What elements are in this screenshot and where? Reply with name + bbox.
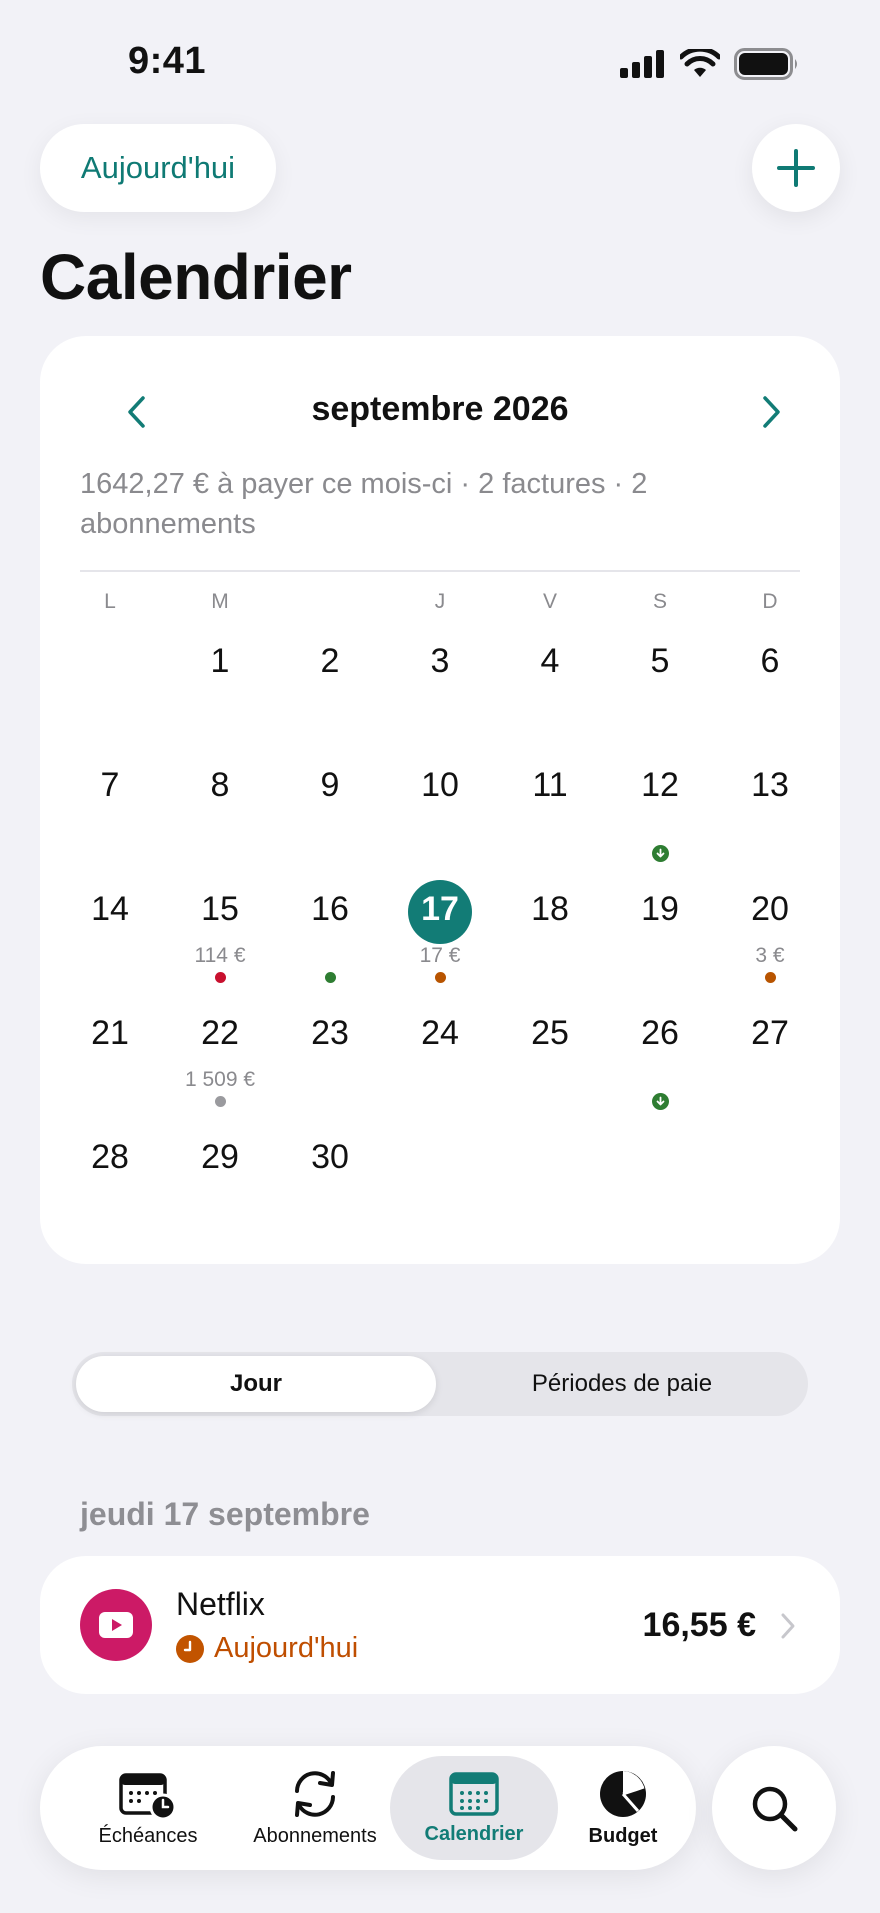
calendar-day-29[interactable]: 29 [170,1138,270,1177]
weekday-label: J [434,590,446,613]
day-amount: 114 € [194,944,246,967]
calendar-grid-icon [449,1771,499,1816]
divider [80,570,800,572]
clock-icon [176,1634,204,1663]
chevron-right-icon [774,1608,802,1644]
wifi-icon [680,49,720,77]
segment-day[interactable]: Jour [76,1356,436,1412]
battery-icon [734,48,797,80]
calendar-day-3[interactable]: 3 [390,642,490,681]
calendar-day-10[interactable]: 10 [390,766,490,805]
calendar-day-21[interactable]: 21 [60,1014,160,1053]
event-amount: 16,55 € [642,1606,756,1644]
calendar-day-20[interactable]: 20 [720,890,820,929]
day-amount: 3 € [755,944,785,967]
calendar-day-14[interactable]: 14 [60,890,160,929]
calendar-day-9[interactable]: 9 [280,766,380,805]
section-date-heading: jeudi 17 septembre [80,1496,370,1532]
today-button[interactable]: Aujourd'hui [40,124,276,212]
signal-icon [620,50,664,78]
calendar-day-5[interactable]: 5 [610,642,710,681]
weekday-label: V [542,590,557,613]
play-icon [99,1612,133,1638]
calendar-day-28[interactable]: 28 [60,1138,160,1177]
chevron-right-icon [763,396,780,428]
income-arrow-icon [652,1093,669,1110]
calendar-day-13[interactable]: 13 [720,766,820,805]
tab-calendrier[interactable]: Calendrier [390,1746,558,1870]
calendar-day-12[interactable]: 12 [610,766,710,805]
add-button[interactable] [752,124,840,212]
payment-dot [215,1096,226,1107]
calendar-day-8[interactable]: 8 [170,766,270,805]
tab-bar: Échéances Abonnements Calendrier Budget [40,1746,696,1870]
calendar-day-2[interactable]: 2 [280,642,380,681]
pie-chart-icon [600,1770,646,1817]
calendar-day-26[interactable]: 26 [610,1014,710,1053]
weekday-label: M [211,590,229,613]
payment-dot [765,972,776,983]
event-row-netflix[interactable]: Netflix Aujourd'hui 16,55 € [40,1556,840,1694]
calendar-day-24[interactable]: 24 [390,1014,490,1053]
tab-label-echeances: Échéances [98,1824,198,1847]
calendar-day-7[interactable]: 7 [60,766,160,805]
income-arrow-icon [652,845,669,862]
event-name: Netflix [176,1586,265,1622]
tab-label-budget: Budget [588,1824,658,1847]
calendar-day-1[interactable]: 1 [170,642,270,681]
month-title: septembre 2026 [311,390,569,428]
segment-pay-periods[interactable]: Périodes de paie [440,1356,804,1412]
tab-budget[interactable]: Budget [558,1746,688,1870]
month-summary: 1642,27 € à payer ce mois-ci · 2 facture… [80,468,648,540]
calendar-day-11[interactable]: 11 [500,766,600,805]
refresh-icon [295,1770,335,1817]
tab-label-abonnements: Abonnements [253,1824,377,1847]
weekday-label: L [104,590,116,613]
calendar-day-18[interactable]: 18 [500,890,600,929]
calendar-day-4[interactable]: 4 [500,642,600,681]
calendar-day-17[interactable]: 17 [390,890,490,929]
tab-echeances[interactable]: Échéances [64,1746,232,1870]
search-button[interactable] [712,1746,836,1870]
calendar-clock-icon [119,1772,177,1819]
calendar-day-22[interactable]: 22 [170,1014,270,1053]
next-month-button[interactable] [744,384,800,440]
calendar-day-30[interactable]: 30 [280,1138,380,1177]
view-segmented-control: Jour Périodes de paie [72,1352,808,1416]
event-status: Aujourd'hui [176,1632,358,1665]
event-status-label: Aujourd'hui [214,1632,359,1664]
calendar-day-23[interactable]: 23 [280,1014,380,1053]
calendar-day-19[interactable]: 19 [610,890,710,929]
netflix-logo [80,1589,152,1661]
day-amount: 17 € [419,944,461,967]
payment-dot [215,972,226,983]
payment-dot [435,972,446,983]
calendar-day-6[interactable]: 6 [720,642,820,681]
weekday-label: D [762,590,778,613]
weekday-label: S [652,590,667,613]
calendar-day-16[interactable]: 16 [280,890,380,929]
page-title: Calendrier [40,241,352,313]
plus-icon [777,149,815,187]
day-amount: 1 509 € [184,1068,256,1091]
calendar-day-15[interactable]: 15 [170,890,270,929]
calendar-day-27[interactable]: 27 [720,1014,820,1053]
search-icon [752,1786,798,1832]
tab-label-calendrier: Calendrier [424,1822,524,1845]
calendar-card: septembre 2026 1642,27 € à payer ce mois… [40,336,840,1264]
status-icons [620,44,800,84]
status-time: 9:41 [128,40,207,82]
calendar-day-25[interactable]: 25 [500,1014,600,1053]
payment-dot [325,972,336,983]
tab-abonnements[interactable]: Abonnements [230,1746,400,1870]
